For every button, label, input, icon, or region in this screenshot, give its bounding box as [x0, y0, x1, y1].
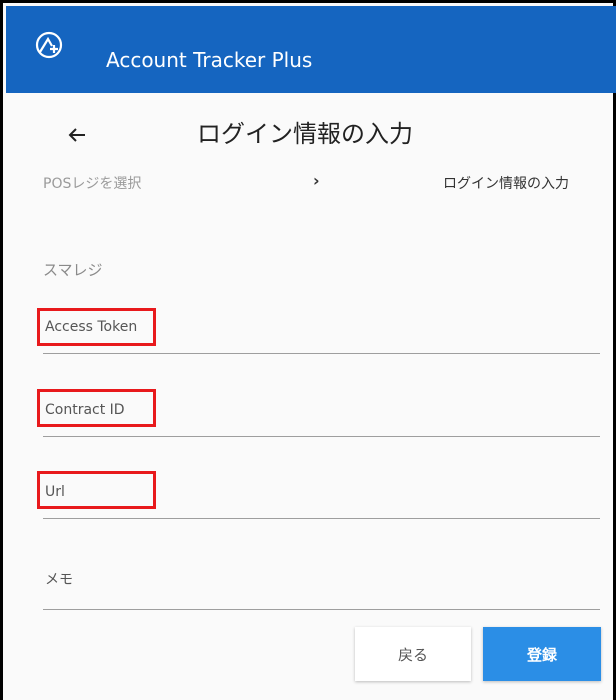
section-label: スマレジ [43, 261, 103, 279]
app-bar: Account Tracker Plus [6, 6, 616, 93]
submit-button[interactable]: 登録 [483, 627, 601, 681]
chevron-right-icon: › [313, 171, 320, 190]
step-login-info: ログイン情報の入力 [443, 176, 569, 192]
field-underline [43, 518, 600, 519]
field-underline [43, 353, 600, 354]
annotation-highlight [37, 308, 156, 346]
back-button[interactable]: 戻る [355, 627, 471, 681]
arrow-left-icon[interactable] [65, 123, 89, 147]
field-underline [43, 609, 600, 610]
app-title: Account Tracker Plus [106, 48, 313, 72]
memo-field[interactable]: メモ [43, 565, 600, 613]
field-underline [43, 436, 600, 437]
field-label: メモ [45, 572, 73, 588]
annotation-highlight [37, 389, 156, 427]
page-title: ログイン情報の入力 [197, 120, 413, 148]
annotation-highlight [37, 471, 156, 509]
app-frame: Account Tracker Plus ログイン情報の入力 POSレジを選択 … [0, 0, 616, 700]
step-select-pos[interactable]: POSレジを選択 [43, 173, 141, 193]
app-logo-icon [35, 31, 63, 59]
